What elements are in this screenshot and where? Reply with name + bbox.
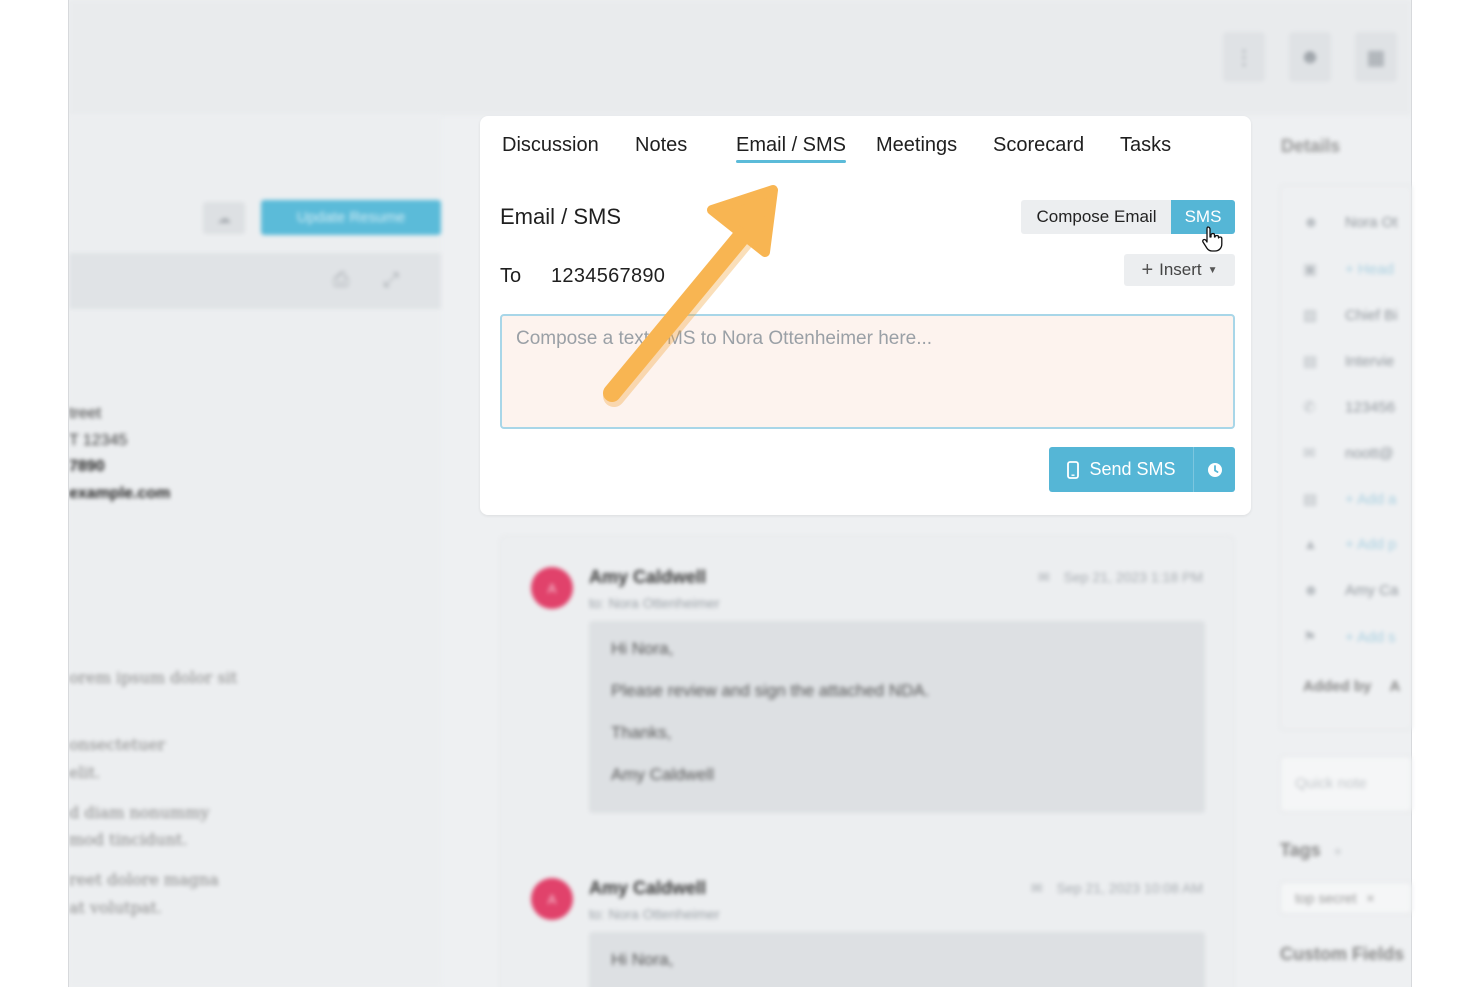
tags-title: Tags + <box>1280 840 1342 860</box>
send-sms-button[interactable]: Send SMS <box>1049 447 1194 492</box>
message-list: A Amy Caldwell to: Nora Ottenheimer ✉ Sep… <box>500 536 1234 987</box>
resume-text: d diam nonummy <box>69 803 210 822</box>
to-value: 1234567890 <box>551 265 666 287</box>
plus-icon: + <box>1141 258 1154 281</box>
apps-button[interactable]: ▦ <box>1355 32 1397 82</box>
upload-button[interactable]: ☁ <box>203 202 245 234</box>
add-tag-icon[interactable]: + <box>1334 843 1342 859</box>
email-text: example.com <box>69 485 171 502</box>
document-icon: ▤ <box>1303 491 1318 508</box>
message-body: Hi Nora, <box>589 932 1205 987</box>
id-card-icon: ▣ <box>1303 261 1318 278</box>
tab-scorecard[interactable]: Scorecard <box>993 134 1084 157</box>
expand-icon[interactable]: ⤢ <box>383 269 399 292</box>
user-add-icon: ☻ <box>1303 582 1319 599</box>
address-line: treet <box>69 405 102 422</box>
details-row[interactable]: ▲ + Add p <box>1303 536 1396 553</box>
message-recipient: to: Nora Ottenheimer <box>589 906 720 922</box>
details-panel: ☻ Nora Ot ▣ + Head ▧ Chief Bi ▤ Intervie ✆ 12… <box>1280 185 1412 730</box>
details-row[interactable]: ▣ + Head <box>1303 260 1394 278</box>
print-icon[interactable]: ⎙ <box>333 269 349 292</box>
message-recipient: to: Nora Ottenheimer <box>589 595 720 611</box>
resume-text: onsectetuer <box>69 735 166 754</box>
address-line: T 12345 <box>69 432 128 449</box>
details-row[interactable]: ⚑ + Add s <box>1303 628 1395 646</box>
briefcase-icon: ▧ <box>1303 307 1318 324</box>
custom-fields-title: Custom Fields <box>1280 944 1405 964</box>
section-title: Email / SMS <box>500 204 622 229</box>
phone-text: 7890 <box>69 458 105 475</box>
message-sender: Amy Caldwell <box>589 878 707 898</box>
compose-email-button[interactable]: Compose Email <box>1021 200 1172 234</box>
resume-toolbar: ⎙ ⤢ <box>69 253 441 309</box>
user-add-icon: ☻ <box>1299 45 1321 68</box>
hand-cursor-icon <box>1202 226 1223 252</box>
schedule-send-button[interactable] <box>1193 447 1235 492</box>
details-title: Details <box>1281 136 1341 156</box>
handshake-icon: ▲ <box>1303 536 1318 553</box>
top-bar: ⋮ ☻ ▦ <box>69 0 1411 115</box>
details-row[interactable]: ▤ Intervie <box>1303 352 1394 370</box>
chevron-down-icon: ▼ <box>1207 264 1218 276</box>
cloud-icon: ☁ <box>217 209 231 226</box>
message-date: ✉ Sep 21, 2023 1:18 PM <box>1037 569 1203 585</box>
details-row[interactable]: ▤ + Add a <box>1303 490 1396 508</box>
tab-notes[interactable]: Notes <box>635 134 687 157</box>
details-row[interactable]: ✉ noott@ <box>1303 444 1394 462</box>
person-icon: ☻ <box>1303 214 1319 231</box>
details-row[interactable]: ▧ Chief Bi <box>1303 306 1398 324</box>
resume-text: elit. <box>69 763 101 782</box>
add-user-button[interactable]: ☻ <box>1289 32 1331 82</box>
calendar-icon: ▤ <box>1303 353 1318 370</box>
flag-icon: ⚑ <box>1303 629 1317 646</box>
remove-tag-icon[interactable]: × <box>1366 890 1374 906</box>
update-resume-button[interactable]: Update Resume <box>261 200 441 235</box>
resume-text: at volutpat. <box>69 898 162 917</box>
mail-icon: ✉ <box>1037 569 1050 585</box>
quick-note-input[interactable]: Quick note <box>1280 756 1412 812</box>
avatar: A <box>531 878 573 920</box>
details-row[interactable]: ✆ 123456 <box>1303 398 1395 416</box>
mobile-phone-icon <box>1067 460 1080 479</box>
details-row[interactable]: ☻ Nora Ot <box>1303 214 1398 231</box>
resume-text: mod tincidunt. <box>69 830 188 849</box>
tab-discussion[interactable]: Discussion <box>502 134 599 157</box>
to-label: To <box>500 265 522 287</box>
tab-tasks[interactable]: Tasks <box>1120 134 1171 157</box>
message-date: ✉ Sep 21, 2023 10:08 AM <box>1030 880 1203 896</box>
insert-dropdown[interactable]: + Insert ▼ <box>1124 254 1235 286</box>
resume-panel: ☁ Update Resume ⎙ ⤢ treet T 12345 7890 e… <box>69 115 441 987</box>
added-by: Added by A <box>1303 678 1401 695</box>
tab-meetings[interactable]: Meetings <box>876 134 957 157</box>
message-sender: Amy Caldwell <box>589 567 707 587</box>
mail-icon: ✉ <box>1303 445 1316 462</box>
mail-icon: ✉ <box>1030 880 1043 896</box>
tab-email-sms[interactable]: Email / SMS <box>736 134 847 163</box>
avatar: A <box>531 567 573 609</box>
details-row[interactable]: ☻ Amy Ca <box>1303 582 1398 599</box>
email-sms-card: Discussion Notes Email / SMS Meetings Sc… <box>480 116 1251 515</box>
grid-icon: ▦ <box>1366 46 1386 69</box>
sms-compose-input[interactable] <box>500 314 1235 429</box>
info-button[interactable]: ⋮ <box>1223 32 1265 82</box>
tag-chip[interactable]: top secret × <box>1280 882 1412 914</box>
message-body: Hi Nora, Please review and sign the atta… <box>589 621 1205 813</box>
phone-icon: ✆ <box>1303 399 1316 416</box>
info-icon: ⋮ <box>1234 46 1254 69</box>
resume-text: orem ipsum dolor sit <box>69 668 238 687</box>
clock-icon <box>1207 462 1222 477</box>
resume-text: reet dolore magna <box>69 870 219 889</box>
